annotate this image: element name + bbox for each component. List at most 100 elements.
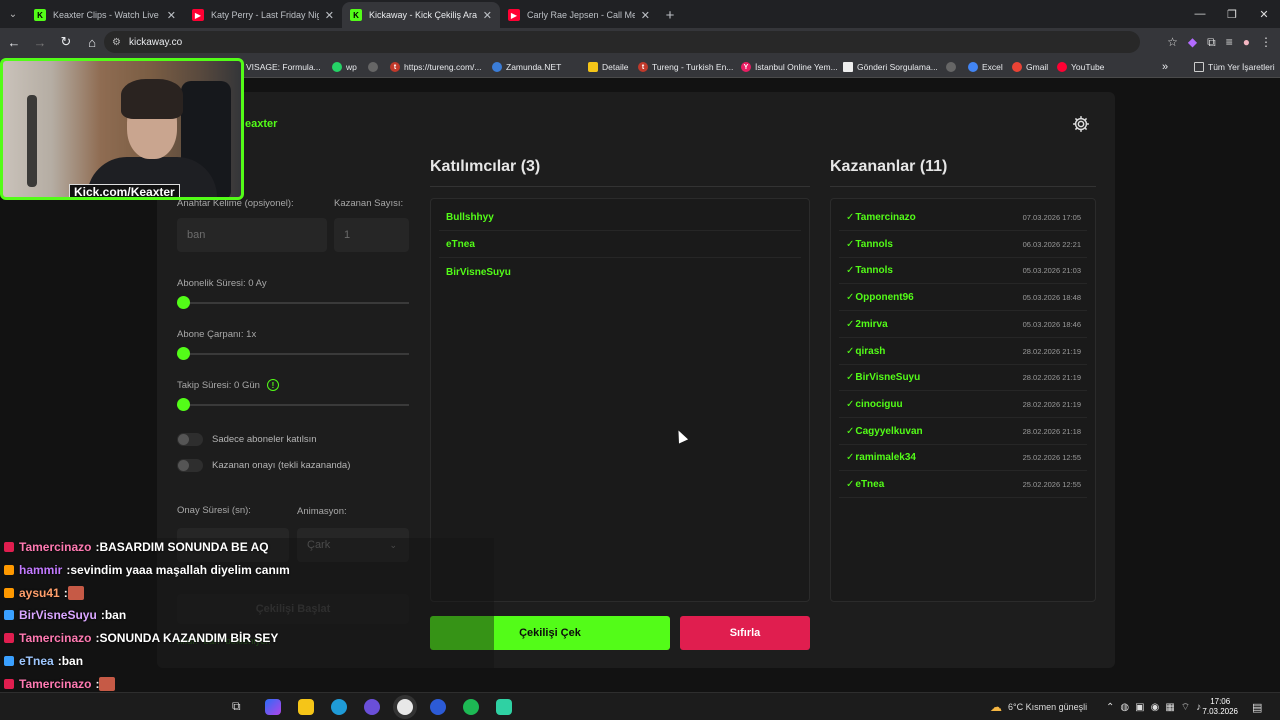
tab-keaxter-clips[interactable]: K Keaxter Clips - Watch Live on K ✕ xyxy=(26,2,184,28)
network-icon[interactable]: ◍ xyxy=(1120,702,1129,713)
bookmark-gonderi[interactable]: Gönderi Sorgulama... xyxy=(843,56,938,78)
webcam-caption: Kick.com/Keaxter xyxy=(69,184,180,197)
reading-list-icon[interactable]: ≡ xyxy=(1226,35,1233,49)
winner-item[interactable]: ✓ Tannols 05.03.2026 21:03 xyxy=(839,258,1087,285)
menu-dots-icon[interactable]: ⋮ xyxy=(1260,35,1272,49)
sub-duration-slider[interactable] xyxy=(177,296,409,309)
site-info-icon[interactable]: ⚙ xyxy=(112,37,121,48)
weather-widget[interactable]: ☁ 6°C Kısmen güneşli xyxy=(990,693,1087,720)
check-icon: ✓ xyxy=(846,265,855,277)
winner-confirm-toggle[interactable] xyxy=(177,459,203,472)
clock[interactable]: 17:06 7.03.2026 xyxy=(1202,697,1238,717)
chat-badge-icon xyxy=(4,678,14,689)
animation-label: Animasyon: xyxy=(297,506,347,517)
back-icon[interactable]: ← xyxy=(2,30,26,54)
forward-icon[interactable]: → xyxy=(28,30,52,54)
keyword-input[interactable]: ban xyxy=(177,218,327,252)
home-icon[interactable]: ⌂ xyxy=(80,30,104,54)
tray-app-icon-2[interactable]: ◉ xyxy=(1151,702,1160,713)
wifi-icon[interactable]: ⌔ xyxy=(1181,701,1190,714)
all-bookmarks[interactable]: Tüm Yer İşaretleri xyxy=(1194,56,1275,78)
app-icon-3[interactable] xyxy=(496,699,512,715)
bookmark-istanbul[interactable]: Y İstanbul Online Yem... xyxy=(741,56,838,78)
participant-item[interactable]: BirVisneSuyu xyxy=(439,259,801,285)
reload-icon[interactable]: ↻ xyxy=(54,30,78,54)
profile-avatar-icon[interactable]: ● xyxy=(1243,35,1250,49)
bookmarks-more-icon[interactable]: » xyxy=(1162,56,1168,78)
winner-name: qirash xyxy=(855,345,886,357)
screen: ⌄ K Keaxter Clips - Watch Live on K ✕ ▶ … xyxy=(0,0,1280,720)
tray-app-icon-3[interactable]: ▦ xyxy=(1165,702,1174,713)
bookmark-globe[interactable] xyxy=(368,56,382,78)
bookmark-zamunda[interactable]: Zamunda.NET xyxy=(492,56,561,78)
extension-icon[interactable]: ◆ xyxy=(1188,35,1197,49)
check-icon: ✓ xyxy=(846,425,855,437)
participant-item[interactable]: eTnea xyxy=(439,232,801,258)
chevron-up-icon[interactable]: ⌃ xyxy=(1106,702,1114,713)
winner-item[interactable]: ✓ eTnea 25.02.2026 12:55 xyxy=(839,472,1087,498)
bookmark-visage[interactable]: VISAGE: Formula... xyxy=(246,56,321,78)
check-icon: ✓ xyxy=(846,238,855,250)
winner-item[interactable]: ✓ Opponent96 05.03.2026 18:48 xyxy=(839,285,1087,312)
winner-item[interactable]: ✓ qirash 28.02.2026 21:19 xyxy=(839,339,1087,365)
winner-item[interactable]: ✓ Tannols 06.03.2026 22:21 xyxy=(839,232,1087,258)
winner-item[interactable]: ✓ Cagyyelkuvan 28.02.2026 21:18 xyxy=(839,419,1087,445)
winner-item[interactable]: ✓ Tamercinazo 07.03.2026 17:05 xyxy=(839,205,1087,231)
sub-multiplier-slider[interactable] xyxy=(177,347,409,360)
chat-message: Tamercinazo: SONUNDA KAZANDIM BİR SEY xyxy=(4,627,278,649)
app-icon[interactable] xyxy=(364,699,380,715)
participant-item[interactable]: Bullshhyy xyxy=(439,205,801,231)
close-tab-icon[interactable]: ✕ xyxy=(483,9,492,22)
zamunda-icon xyxy=(492,62,502,72)
slider-knob[interactable] xyxy=(177,398,190,411)
bookmark-wp[interactable]: wp xyxy=(332,56,357,78)
close-tab-icon[interactable]: ✕ xyxy=(325,9,334,22)
reset-button[interactable]: Sıfırla xyxy=(680,616,810,650)
bookmark-gmail[interactable]: Gmail xyxy=(1012,56,1048,78)
task-view-icon[interactable]: ⧉ xyxy=(232,699,248,715)
info-icon[interactable]: ! xyxy=(267,379,279,391)
sub-duration-label: Abonelik Süresi: 0 Ay xyxy=(177,278,267,289)
close-tab-icon[interactable]: ✕ xyxy=(167,9,176,22)
divider xyxy=(430,186,810,187)
winner-item[interactable]: ✓ 2mirva 05.03.2026 18:46 xyxy=(839,312,1087,338)
winner-item[interactable]: ✓ cinociguu 28.02.2026 21:19 xyxy=(839,392,1087,418)
bookmark-youtube[interactable]: YouTube xyxy=(1057,56,1104,78)
system-tray: ⌃ ◍ ▣ ◉ ▦ ⌔ ♪ xyxy=(1106,693,1201,720)
bookmark-tureng[interactable]: t Tureng - Turkish En... xyxy=(638,56,733,78)
chrome-icon[interactable] xyxy=(397,699,413,715)
bookmark-star-icon[interactable]: ☆ xyxy=(1167,35,1178,49)
address-bar[interactable]: ⚙ kickaway.co xyxy=(104,31,1140,53)
extensions-puzzle-icon[interactable]: ⧉ xyxy=(1207,35,1216,50)
chat-message: aysu41: xyxy=(4,582,84,604)
volume-icon[interactable]: ♪ xyxy=(1196,702,1201,713)
app-icon-2[interactable] xyxy=(430,699,446,715)
slider-knob[interactable] xyxy=(177,296,190,309)
close-window-icon[interactable]: ✕ xyxy=(1248,0,1280,28)
close-tab-icon[interactable]: ✕ xyxy=(641,9,650,22)
tab-carly-rae[interactable]: ▶ Carly Rae Jepsen - Call Me May ✕ xyxy=(500,2,658,28)
edge-icon[interactable] xyxy=(331,699,347,715)
notifications-icon[interactable]: ▤ xyxy=(1252,693,1262,720)
copilot-icon[interactable] xyxy=(265,699,281,715)
minimize-icon[interactable]: — xyxy=(1184,0,1216,28)
bookmark-detaile[interactable]: Detaile xyxy=(588,56,628,78)
winner-item[interactable]: ✓ ramimalek34 25.02.2026 12:55 xyxy=(839,445,1087,472)
spotify-icon[interactable] xyxy=(463,699,479,715)
bookmark-globe-2[interactable] xyxy=(946,56,960,78)
tab-search-icon[interactable]: ⌄ xyxy=(0,0,26,28)
winners-count-input[interactable]: 1 xyxy=(334,218,409,252)
bookmark-excel[interactable]: Excel xyxy=(968,56,1003,78)
follow-duration-slider[interactable] xyxy=(177,398,409,411)
file-explorer-icon[interactable] xyxy=(298,699,314,715)
only-subs-toggle[interactable] xyxy=(177,433,203,446)
slider-knob[interactable] xyxy=(177,347,190,360)
bookmark-tureng-url[interactable]: t https://tureng.com/... xyxy=(390,56,481,78)
new-tab-button[interactable]: + xyxy=(658,2,682,28)
tab-katy-perry[interactable]: ▶ Katy Perry - Last Friday Night (T ✕ xyxy=(184,2,342,28)
tray-app-icon[interactable]: ▣ xyxy=(1135,702,1144,713)
maximize-icon[interactable]: ❐ xyxy=(1216,0,1248,28)
winner-item[interactable]: ✓ BirVisneSuyu 28.02.2026 21:19 xyxy=(839,365,1087,392)
tab-kickaway[interactable]: K Kickaway - Kick Çekiliş Aracı ✕ xyxy=(342,2,500,28)
gear-icon[interactable] xyxy=(1071,114,1091,134)
